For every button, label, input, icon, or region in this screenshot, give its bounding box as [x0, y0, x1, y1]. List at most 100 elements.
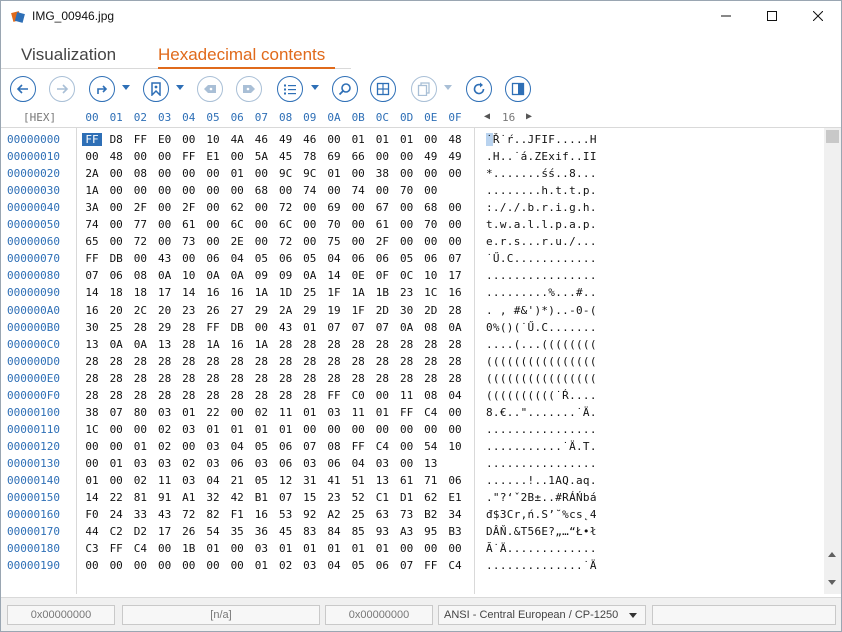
hex-byte[interactable]: 28 — [445, 355, 465, 368]
hex-byte[interactable]: 28 — [397, 355, 417, 368]
hex-byte[interactable]: 5A — [251, 150, 271, 163]
page-next-icon[interactable]: ▶ — [526, 111, 532, 122]
bookmark-dropdown-icon[interactable] — [176, 85, 184, 90]
hex-byte[interactable]: 63 — [372, 508, 392, 521]
hex-byte[interactable]: 28 — [397, 338, 417, 351]
hex-byte[interactable]: 01 — [179, 406, 199, 419]
hex-byte[interactable]: 06 — [372, 252, 392, 265]
hex-byte[interactable]: 22 — [106, 491, 126, 504]
hex-byte[interactable]: 26 — [179, 525, 199, 538]
hex-byte[interactable]: 28 — [251, 372, 271, 385]
hex-byte[interactable]: 54 — [203, 525, 223, 538]
hex-byte[interactable]: 23 — [324, 491, 344, 504]
redirect-dropdown-icon[interactable] — [122, 85, 130, 90]
hex-byte[interactable]: F1 — [227, 508, 247, 521]
hex-byte[interactable]: 00 — [348, 218, 368, 231]
hex-byte[interactable]: 14 — [82, 491, 102, 504]
hex-byte[interactable]: 28 — [82, 389, 102, 402]
hex-byte[interactable]: 00 — [155, 201, 175, 214]
next-bookmark-button[interactable] — [236, 76, 262, 102]
hex-editor[interactable]: 00000000 00000010 00000020 00000030 00000040… — [1, 127, 841, 594]
hex-byte[interactable]: C2 — [106, 525, 126, 538]
hex-byte[interactable]: D1 — [397, 491, 417, 504]
hex-byte[interactable]: 26 — [203, 304, 223, 317]
hex-byte[interactable]: 0A — [130, 338, 150, 351]
hex-byte[interactable]: 00 — [276, 184, 296, 197]
hex-byte[interactable]: 74 — [82, 218, 102, 231]
hex-byte[interactable]: 68 — [421, 201, 441, 214]
hex-byte[interactable]: 02 — [155, 423, 175, 436]
hex-byte[interactable]: 11 — [348, 406, 368, 419]
hex-byte[interactable]: 28 — [130, 321, 150, 334]
hex-byte[interactable]: 0A — [300, 269, 320, 282]
hex-byte[interactable]: FF — [397, 406, 417, 419]
hex-byte[interactable]: 18 — [106, 286, 126, 299]
hex-byte[interactable]: 69 — [324, 201, 344, 214]
hex-byte[interactable]: 28 — [324, 338, 344, 351]
hex-byte[interactable]: 07 — [300, 440, 320, 453]
hex-byte[interactable]: 00 — [324, 423, 344, 436]
hex-byte[interactable]: 16 — [227, 286, 247, 299]
hex-byte[interactable]: 28 — [155, 389, 175, 402]
text-row[interactable]: :././.b.r.i.g.h. — [486, 201, 597, 214]
hex-byte[interactable]: 73 — [179, 235, 199, 248]
hex-byte[interactable]: 01 — [324, 167, 344, 180]
hex-byte[interactable]: 17 — [445, 269, 465, 282]
hex-byte[interactable]: 03 — [324, 406, 344, 419]
hex-byte[interactable]: 03 — [179, 423, 199, 436]
hex-byte[interactable]: 61 — [372, 218, 392, 231]
hex-byte[interactable]: 45 — [276, 525, 296, 538]
hex-byte[interactable]: 00 — [179, 440, 199, 453]
text-row[interactable]: đ$3Cr‚ń.S’˘%cs˛4 — [486, 508, 597, 521]
hex-byte[interactable]: 00 — [106, 201, 126, 214]
text-preview-area[interactable]: ˙Ř˙ŕ..JFIF.....H .H..˙á.ZExif..II *.......… — [476, 128, 824, 594]
hex-byte[interactable]: FF — [82, 252, 102, 265]
hex-byte[interactable]: 38 — [82, 406, 102, 419]
hex-byte[interactable]: 00 — [179, 167, 199, 180]
hex-byte[interactable]: 28 — [203, 372, 223, 385]
hex-byte[interactable]: B1 — [251, 491, 271, 504]
hex-byte[interactable]: 28 — [155, 355, 175, 368]
text-row[interactable]: e.r.s...r.u./... — [486, 235, 597, 248]
scroll-up-icon[interactable] — [828, 552, 836, 557]
hex-byte[interactable]: 07 — [397, 559, 417, 572]
hex-byte[interactable]: 2C — [130, 304, 150, 317]
hex-byte[interactable]: 1A — [251, 338, 271, 351]
hex-byte[interactable]: 08 — [421, 321, 441, 334]
hex-byte[interactable]: DB — [227, 321, 247, 334]
hex-byte[interactable]: FF — [179, 150, 199, 163]
hex-byte[interactable]: 17 — [155, 286, 175, 299]
hex-byte[interactable]: 00 — [372, 389, 392, 402]
hex-byte[interactable]: 29 — [300, 304, 320, 317]
hex-byte[interactable]: 74 — [348, 184, 368, 197]
text-row[interactable]: ..............˙Ä — [486, 559, 597, 572]
hex-byte[interactable]: 28 — [348, 338, 368, 351]
hex-byte[interactable]: 03 — [372, 457, 392, 470]
hex-byte[interactable]: 2A — [82, 167, 102, 180]
hex-byte[interactable]: 28 — [179, 372, 199, 385]
hex-byte[interactable]: 00 — [372, 150, 392, 163]
hex-byte[interactable]: D2 — [130, 525, 150, 538]
hex-byte[interactable]: 16 — [227, 338, 247, 351]
hex-byte[interactable]: 00 — [445, 218, 465, 231]
hex-byte[interactable]: 10 — [203, 133, 223, 146]
hex-byte[interactable]: 00 — [324, 184, 344, 197]
hex-byte[interactable]: 00 — [155, 542, 175, 555]
hex-byte[interactable]: 28 — [324, 372, 344, 385]
hex-byte[interactable]: 04 — [227, 252, 247, 265]
hex-byte[interactable]: 00 — [445, 201, 465, 214]
hex-byte[interactable]: 00 — [421, 235, 441, 248]
hex-byte[interactable]: 36 — [251, 525, 271, 538]
hex-byte[interactable]: 28 — [130, 355, 150, 368]
hex-byte[interactable]: 28 — [324, 355, 344, 368]
panel-button[interactable] — [505, 76, 531, 102]
hex-byte[interactable]: 03 — [300, 559, 320, 572]
hex-byte[interactable]: 28 — [82, 355, 102, 368]
hex-byte[interactable]: 00 — [300, 218, 320, 231]
hex-byte[interactable]: 11 — [397, 389, 417, 402]
hex-byte[interactable]: 24 — [106, 508, 126, 521]
hex-byte[interactable]: 28 — [251, 355, 271, 368]
hex-byte[interactable]: 00 — [106, 184, 126, 197]
text-row[interactable]: ....(...(((((((( — [486, 338, 597, 351]
hex-byte[interactable]: 9C — [300, 167, 320, 180]
